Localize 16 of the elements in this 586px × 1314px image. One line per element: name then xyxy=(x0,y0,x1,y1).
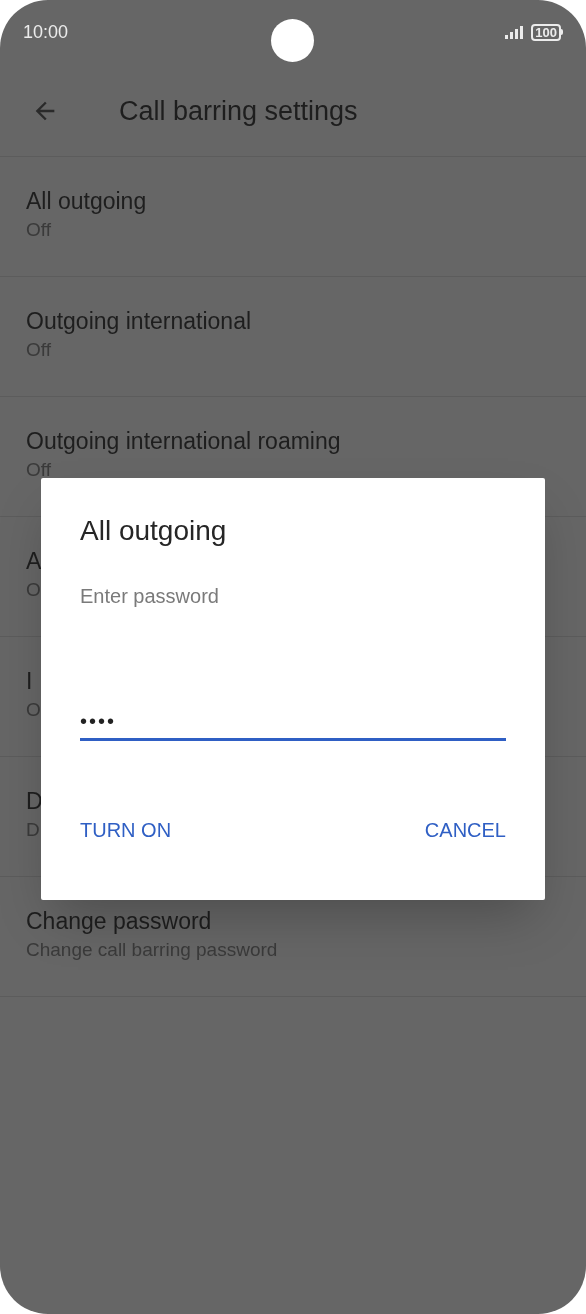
camera-cutout xyxy=(271,19,314,62)
cancel-button[interactable]: CANCEL xyxy=(424,817,506,843)
password-field[interactable]: •••• xyxy=(80,705,506,741)
status-time: 10:00 xyxy=(23,23,69,41)
field-label: Enter password xyxy=(80,584,220,609)
setting-title: All outgoing xyxy=(26,187,147,216)
battery-icon: 100 xyxy=(531,23,563,41)
setting-title: Outgoing international roaming xyxy=(26,427,341,456)
screen-title: Call barring settings xyxy=(119,94,358,128)
setting-title: I xyxy=(26,667,33,696)
dialog-title: All outgoing xyxy=(80,514,228,548)
setting-title: Outgoing international xyxy=(26,307,252,336)
setting-title: Change password xyxy=(26,907,212,936)
turn-on-button[interactable]: TURN ON xyxy=(80,817,172,843)
setting-title: D xyxy=(26,787,43,816)
setting-title: A xyxy=(26,547,42,576)
